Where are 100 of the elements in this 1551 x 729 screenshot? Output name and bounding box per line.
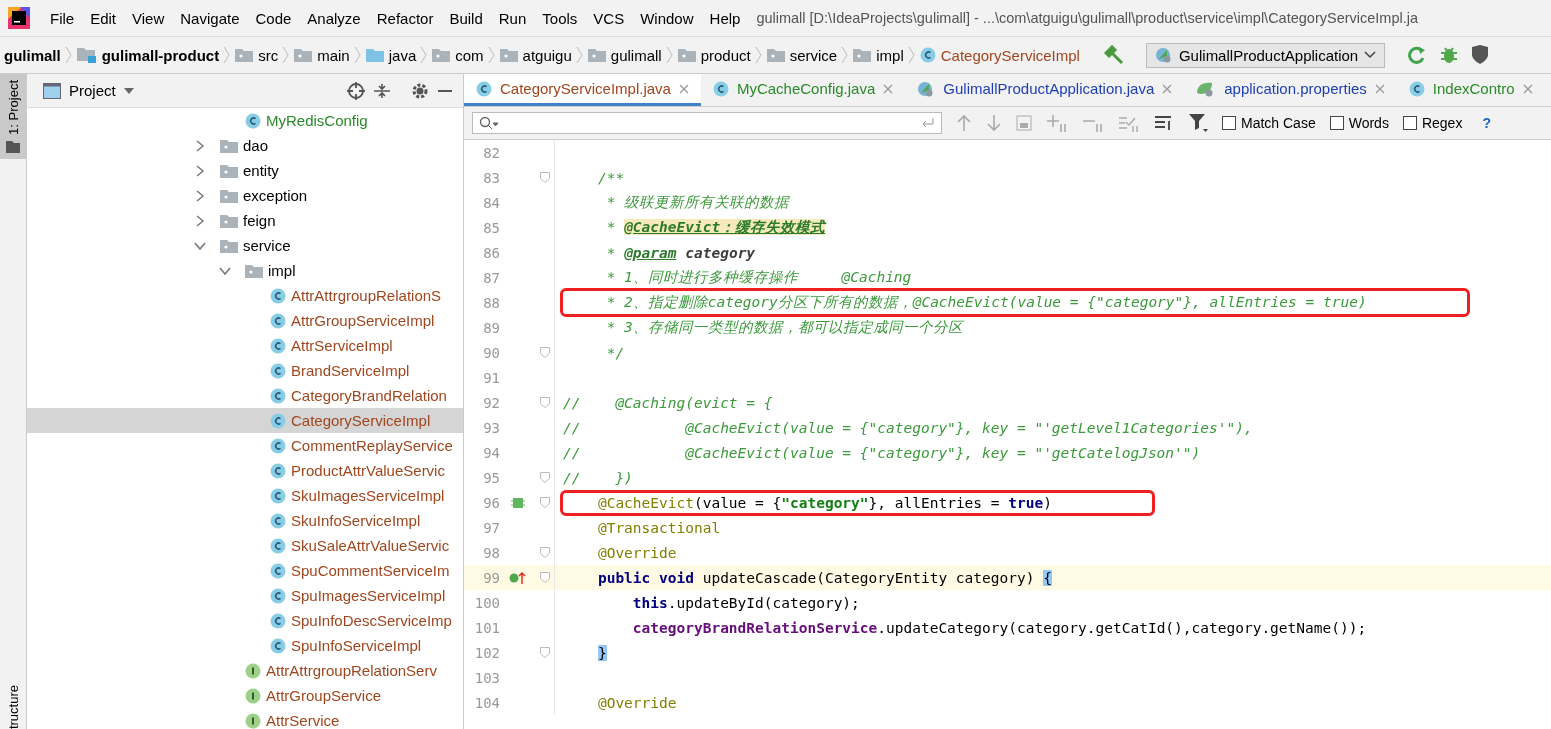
run-configuration-dropdown[interactable]: GulimallProductApplication — [1145, 42, 1386, 68]
locate-icon[interactable] — [347, 81, 365, 100]
breadcrumb[interactable]: product — [673, 46, 755, 64]
tree-row[interactable]: CommentReplayService — [27, 433, 463, 458]
class-icon — [270, 537, 286, 554]
tree-row[interactable]: SkuInfoServiceImpl — [27, 508, 463, 533]
menu-item[interactable]: Code — [247, 9, 300, 27]
breadcrumb[interactable]: gulimall-product — [72, 46, 224, 64]
selected-row[interactable]: CategoryServiceImpl — [27, 408, 463, 433]
editor-tab[interactable]: CategoryServiceImpl.java — [464, 74, 701, 106]
close-icon[interactable] — [1162, 83, 1173, 94]
menu-item[interactable]: Help — [701, 9, 749, 27]
fold-marker-icon[interactable] — [540, 397, 550, 408]
menu-item[interactable]: Edit — [82, 9, 125, 27]
chevron-icon — [841, 45, 850, 65]
tree-row[interactable]: feign — [27, 208, 463, 233]
tree-row[interactable]: service — [27, 233, 463, 258]
menu-item[interactable]: VCS — [585, 9, 633, 27]
up-arrow-icon[interactable] — [956, 114, 972, 132]
tree-row[interactable]: SkuSaleAttrValueServic — [27, 533, 463, 558]
menu-item[interactable]: Window — [632, 9, 702, 27]
menu-item[interactable]: Build — [441, 9, 491, 27]
tree-row[interactable]: SpuImagesServiceImpl — [27, 583, 463, 608]
editor-tab[interactable]: application.properties — [1184, 74, 1397, 106]
add-occurrence-icon[interactable] — [1046, 114, 1068, 132]
settings-icon[interactable] — [411, 81, 429, 100]
breadcrumb[interactable]: src — [231, 46, 283, 64]
option-checkbox[interactable]: Match Case — [1222, 115, 1316, 131]
shield-icon[interactable] — [1471, 45, 1490, 65]
breadcrumb[interactable]: service — [762, 46, 842, 64]
hammer-icon[interactable] — [1103, 45, 1124, 65]
option-checkbox[interactable]: Words — [1329, 115, 1389, 131]
menu-item[interactable]: File — [42, 9, 83, 27]
search-field[interactable] — [472, 112, 942, 134]
project-view-dropdown[interactable]: Project — [37, 81, 140, 100]
tree-row[interactable]: SpuInfoDescServiceImp — [27, 608, 463, 633]
tree-row[interactable]: entity — [27, 158, 463, 183]
breadcrumb[interactable]: gulimall — [0, 46, 65, 64]
menu-item[interactable]: View — [124, 9, 173, 27]
menu-item[interactable]: Run — [490, 9, 535, 27]
tree-row[interactable]: BrandServiceImpl — [27, 358, 463, 383]
breadcrumb[interactable]: impl — [849, 46, 908, 64]
breadcrumb[interactable]: atguigu — [495, 46, 576, 64]
tree-row[interactable]: AttrGroupService — [27, 683, 463, 708]
editor-tab[interactable]: IndexContro — [1396, 74, 1545, 106]
tree-row[interactable]: SkuImagesServiceImpl — [27, 483, 463, 508]
filter-icon[interactable] — [1188, 113, 1208, 133]
menu-item[interactable]: Analyze — [299, 9, 369, 27]
fold-marker-icon[interactable] — [540, 647, 550, 658]
menu-item[interactable]: Navigate — [172, 9, 248, 27]
list-icon[interactable] — [1154, 115, 1174, 131]
tree-row[interactable]: SpuCommentServiceIm — [27, 558, 463, 583]
editor-tab[interactable]: MyCacheConfig.java — [700, 74, 906, 106]
fold-marker-icon[interactable] — [540, 547, 550, 558]
fold-marker-icon[interactable] — [540, 472, 550, 483]
class-icon — [270, 437, 286, 454]
tree-row[interactable]: MyRedisConfig — [27, 108, 463, 133]
tree-row[interactable]: dao — [27, 133, 463, 158]
close-icon[interactable] — [678, 83, 689, 94]
code-line: * @param category — [605, 244, 756, 261]
down-arrow-icon[interactable] — [986, 114, 1002, 132]
fold-marker-icon[interactable] — [540, 497, 550, 508]
project-tool-tab[interactable]: 1: Project — [0, 74, 26, 159]
option-checkbox[interactable]: Regex — [1402, 115, 1463, 131]
tree-row[interactable]: AttrGroupServiceImpl — [27, 308, 463, 333]
select-all-icon[interactable] — [1016, 115, 1032, 131]
tree-item-label: entity — [243, 162, 279, 179]
close-icon[interactable] — [883, 83, 894, 94]
collapse-all-icon[interactable] — [373, 81, 391, 100]
fold-marker-icon[interactable] — [540, 572, 550, 583]
tree-row[interactable]: AttrAttrgroupRelationServ — [27, 658, 463, 683]
breadcrumb[interactable]: main — [290, 46, 354, 64]
bean-icon[interactable] — [511, 496, 525, 509]
line-number: 88 — [482, 294, 500, 311]
tree-row[interactable]: CategoryBrandRelation — [27, 383, 463, 408]
breadcrumb[interactable]: com — [428, 46, 488, 64]
fold-marker-icon[interactable] — [540, 172, 550, 183]
select-occurrences-icon[interactable] — [1118, 114, 1140, 132]
menu-item[interactable]: Tools — [534, 9, 586, 27]
tree-row[interactable]: AttrAttrgroupRelationS — [27, 283, 463, 308]
tree-row[interactable]: AttrServiceImpl — [27, 333, 463, 358]
folder-icon — [766, 48, 785, 62]
tree-row[interactable]: SpuInfoServiceImpl — [27, 633, 463, 658]
close-icon[interactable] — [1522, 83, 1533, 94]
tree-row[interactable]: ProductAttrValueServic — [27, 458, 463, 483]
tree-row[interactable]: AttrService — [27, 708, 463, 729]
menu-item[interactable]: Refactor — [368, 9, 442, 27]
fold-marker-icon[interactable] — [540, 347, 550, 358]
line-number: 85 — [482, 219, 500, 236]
tree-row[interactable]: exception — [27, 183, 463, 208]
override-icon[interactable] — [509, 570, 527, 585]
help-link[interactable]: ? — [1476, 114, 1497, 132]
tree-row[interactable]: impl — [27, 258, 463, 283]
breadcrumb[interactable]: CategoryServiceImpl — [915, 46, 1084, 64]
bug-icon[interactable] — [1439, 45, 1460, 65]
editor-tab[interactable]: GulimallProductApplication.java — [905, 74, 1185, 106]
structure-tool-tab[interactable]: tructure — [0, 682, 26, 729]
close-icon[interactable] — [1374, 83, 1385, 94]
breadcrumb[interactable]: gulimall — [583, 46, 666, 64]
breadcrumb[interactable]: java — [361, 46, 421, 64]
